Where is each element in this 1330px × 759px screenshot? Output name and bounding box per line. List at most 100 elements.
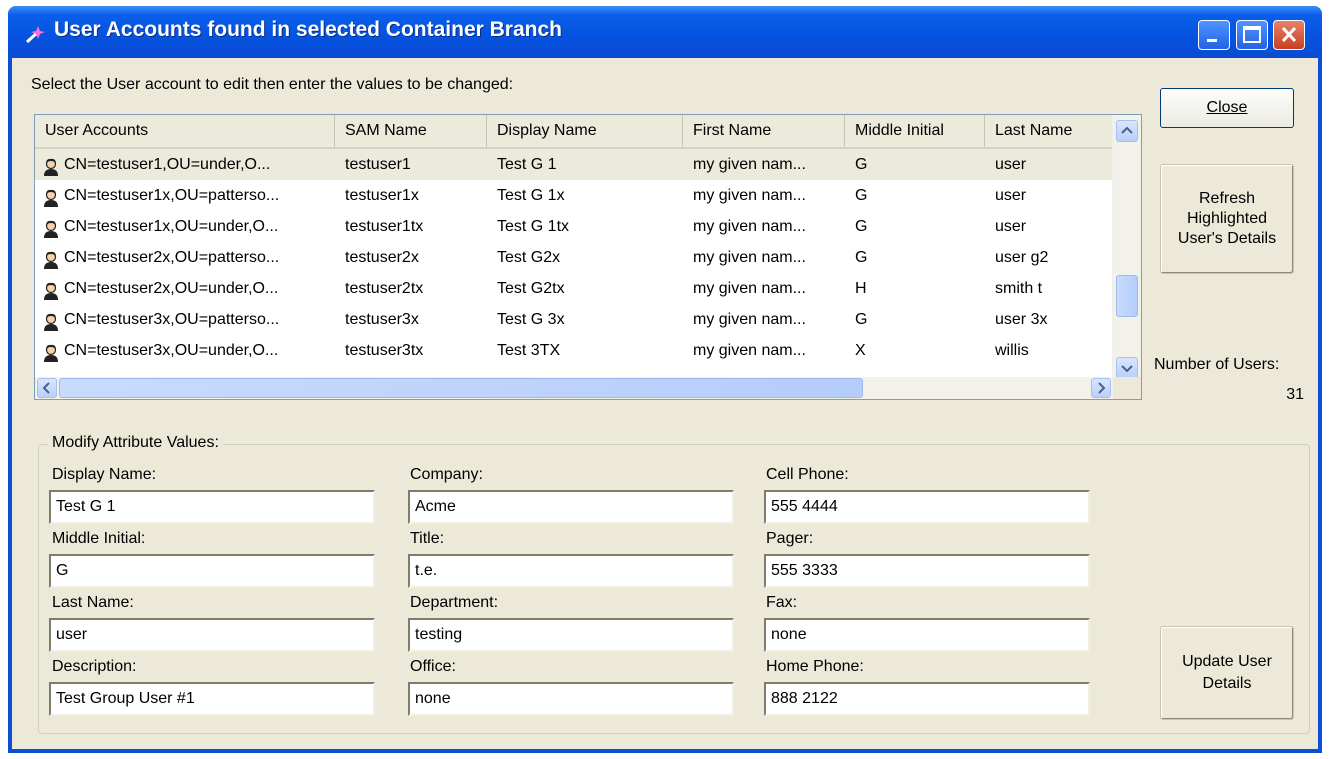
last-name-field[interactable]: user (49, 618, 375, 652)
office-field[interactable]: none (408, 682, 734, 716)
column-header-middle-initial[interactable]: Middle Initial (845, 115, 985, 147)
column-header-last-name[interactable]: Last Name (985, 115, 1115, 147)
pager-field[interactable]: 555 3333 (764, 554, 1090, 588)
fax-field[interactable]: none (764, 618, 1090, 652)
minimize-button[interactable] (1198, 20, 1230, 50)
cell-text: X (855, 342, 866, 359)
column-header-user-accounts[interactable]: User Accounts (35, 115, 335, 147)
window-title: User Accounts found in selected Containe… (54, 18, 562, 41)
cell-text: G (855, 249, 868, 266)
table-cell: H (845, 273, 985, 304)
table-cell: CN=testuser2x,OU=patterso... (35, 242, 335, 273)
cell-text: Test G2tx (497, 280, 565, 297)
chevron-down-icon (1121, 365, 1133, 373)
table-cell: user (985, 211, 1115, 242)
table-row[interactable]: CN=testuser2x,OU=under,O... testuser2tx Te… (35, 273, 1115, 304)
user-accounts-list[interactable]: User Accounts SAM Name Display Name Firs… (34, 114, 1142, 400)
cell-text: my given nam... (693, 311, 806, 328)
table-cell: user 3x (985, 304, 1115, 335)
table-cell: G (845, 180, 985, 211)
cell-text: user 3x (995, 311, 1048, 328)
column-header-sam-name[interactable]: SAM Name (335, 115, 487, 147)
update-user-details-button[interactable]: Update User Details (1160, 626, 1294, 720)
table-cell: Test G 1x (487, 180, 683, 211)
refresh-button-label: Refresh Highlighted User's Details (1177, 190, 1277, 247)
cell-text: testuser1x (345, 187, 419, 204)
cell-text: testuser1 (345, 156, 411, 173)
home-phone-label: Home Phone: (766, 658, 864, 675)
list-header: User Accounts SAM Name Display Name Firs… (35, 115, 1115, 149)
table-cell: testuser1tx (335, 211, 487, 242)
cell-text: G (855, 156, 868, 173)
title-bar[interactable]: User Accounts found in selected Containe… (8, 6, 1322, 58)
table-cell: user g2 (985, 242, 1115, 273)
close-window-button[interactable] (1273, 20, 1305, 50)
middle-initial-field[interactable]: G (49, 554, 375, 588)
scroll-down-button[interactable] (1116, 357, 1138, 379)
cell-text: my given nam... (693, 342, 806, 359)
description-label: Description: (52, 658, 137, 675)
dialog-client-area: Select the User account to edit then ent… (12, 58, 1318, 749)
vertical-scroll-thumb[interactable] (1116, 275, 1138, 317)
table-row[interactable]: CN=testuser2x,OU=patterso... testuser2x Te… (35, 242, 1115, 273)
company-label: Company: (410, 466, 483, 483)
scroll-up-button[interactable] (1116, 120, 1138, 142)
table-row[interactable]: CN=testuser3x,OU=under,O... testuser3tx Te… (35, 335, 1115, 366)
maximize-button[interactable] (1236, 20, 1268, 50)
table-row[interactable]: CN=testuser1x,OU=patterso... testuser1x Te… (35, 180, 1115, 211)
column-header-display-name[interactable]: Display Name (487, 115, 683, 147)
display-name-field[interactable]: Test G 1 (49, 490, 375, 524)
cell-text: smith t (995, 280, 1043, 297)
refresh-button[interactable]: Refresh Highlighted User's Details (1160, 164, 1294, 274)
home-phone-field[interactable]: 888 2122 (764, 682, 1090, 716)
scroll-left-button[interactable] (37, 378, 57, 398)
horizontal-scrollbar[interactable] (35, 377, 1115, 399)
table-cell: testuser3tx (335, 335, 487, 366)
table-cell: CN=testuser1,OU=under,O... (35, 149, 335, 180)
cell-text: Test G 1 (497, 156, 557, 173)
table-row[interactable]: CN=testuser3x,OU=patterso... testuser3x Te… (35, 304, 1115, 335)
cell-text: user (995, 218, 1027, 235)
table-cell: Test 3TX (487, 335, 683, 366)
cell-phone-field[interactable]: 555 4444 (764, 490, 1090, 524)
close-button[interactable]: Close (1160, 88, 1294, 128)
cell-text: G (855, 311, 868, 328)
horizontal-scroll-thumb[interactable] (59, 378, 863, 398)
chevron-right-icon (1098, 382, 1106, 394)
minimize-icon (1207, 39, 1217, 42)
vertical-scrollbar[interactable] (1112, 115, 1141, 379)
table-cell: Test G2x (487, 242, 683, 273)
scroll-right-button[interactable] (1091, 378, 1111, 398)
cell-text: my given nam... (693, 156, 806, 173)
cell-text: user g2 (995, 249, 1049, 266)
cell-text: my given nam... (693, 218, 806, 235)
title-field[interactable]: t.e. (408, 554, 734, 588)
table-cell: Test G2tx (487, 273, 683, 304)
table-cell: G (845, 211, 985, 242)
middle-initial-label: Middle Initial: (52, 530, 146, 547)
column-header-first-name[interactable]: First Name (683, 115, 845, 147)
description-field[interactable]: Test Group User #1 (49, 682, 375, 716)
cell-text: CN=testuser2x,OU=under,O... (64, 280, 279, 297)
table-cell: testuser1x (335, 180, 487, 211)
cell-text: CN=testuser1,OU=under,O... (64, 156, 271, 173)
table-cell: my given nam... (683, 335, 845, 366)
cell-text: my given nam... (693, 249, 806, 266)
cell-text: my given nam... (693, 187, 806, 204)
cell-text: testuser1tx (345, 218, 424, 235)
cell-text: G (855, 218, 868, 235)
cell-text: user (995, 156, 1027, 173)
table-row[interactable]: CN=testuser1x,OU=under,O... testuser1tx Te… (35, 211, 1115, 242)
department-label: Department: (410, 594, 499, 611)
company-field[interactable]: Acme (408, 490, 734, 524)
scrollbar-corner (1113, 377, 1141, 399)
department-field[interactable]: testing (408, 618, 734, 652)
user-icon (43, 311, 59, 331)
cell-text: Test G 1tx (497, 218, 570, 235)
table-cell: my given nam... (683, 242, 845, 273)
table-cell: X (845, 335, 985, 366)
table-cell: smith t (985, 273, 1115, 304)
table-row[interactable]: CN=testuser1,OU=under,O... testuser1 Test … (35, 149, 1115, 180)
cell-text: testuser3x (345, 311, 419, 328)
table-cell: CN=testuser1x,OU=patterso... (35, 180, 335, 211)
